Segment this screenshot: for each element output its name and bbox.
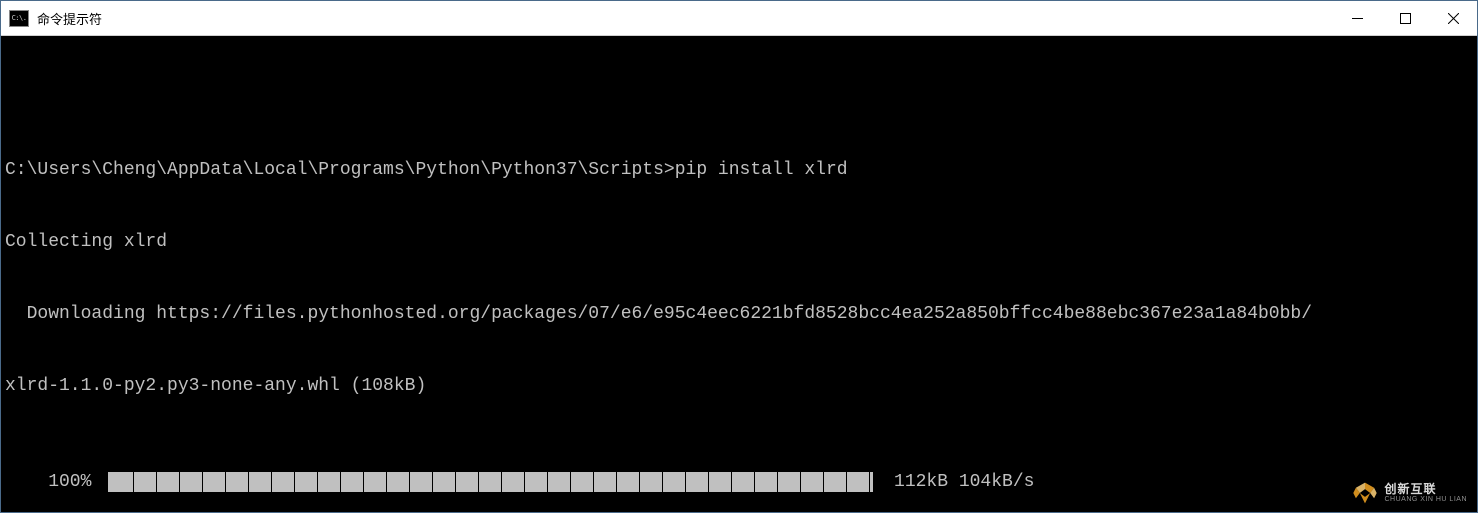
watermark-en: CHUANG XIN HU LIAN: [1384, 496, 1467, 503]
minimize-icon: [1352, 13, 1363, 24]
titlebar[interactable]: C:\. 命令提示符: [1, 1, 1477, 36]
close-button[interactable]: [1429, 1, 1477, 35]
progress-percent: 100%: [5, 470, 102, 494]
window-title: 命令提示符: [37, 9, 1333, 28]
progress-speed: 112kB 104kB/s: [883, 470, 1034, 494]
app-icon-text: C:\.: [12, 15, 27, 22]
close-icon: [1448, 13, 1459, 24]
watermark-cn: 创新互联: [1384, 483, 1467, 496]
progress-bar-wrap: [108, 472, 873, 492]
window-controls: [1333, 1, 1477, 35]
prompt-path: C:\Users\Cheng\AppData\Local\Programs\Py…: [5, 160, 675, 180]
progress-line: 100% 112kB 104kB/s: [5, 470, 1473, 494]
maximize-button[interactable]: [1381, 1, 1429, 35]
minimize-button[interactable]: [1333, 1, 1381, 35]
terminal-area[interactable]: C:\Users\Cheng\AppData\Local\Programs\Py…: [1, 36, 1477, 512]
command-prompt-window: C:\. 命令提示符 C:\Users\Cheng\AppData\Local\…: [0, 0, 1478, 513]
progress-bar-edge: [870, 472, 873, 492]
terminal-line: Downloading https://files.pythonhosted.o…: [5, 302, 1473, 326]
maximize-icon: [1400, 13, 1411, 24]
watermark-logo-icon: [1352, 480, 1378, 506]
watermark-text: 创新互联 CHUANG XIN HU LIAN: [1384, 483, 1467, 503]
terminal-line: [5, 86, 1473, 110]
app-icon: C:\.: [9, 10, 29, 27]
watermark: 创新互联 CHUANG XIN HU LIAN: [1352, 480, 1467, 506]
terminal-line: xlrd-1.1.0-py2.py3-none-any.whl (108kB): [5, 374, 1473, 398]
prompt-command: pip install xlrd: [675, 160, 848, 180]
progress-bar: [111, 472, 870, 492]
terminal-line: C:\Users\Cheng\AppData\Local\Programs\Py…: [5, 158, 1473, 182]
terminal-line: Collecting xlrd: [5, 230, 1473, 254]
